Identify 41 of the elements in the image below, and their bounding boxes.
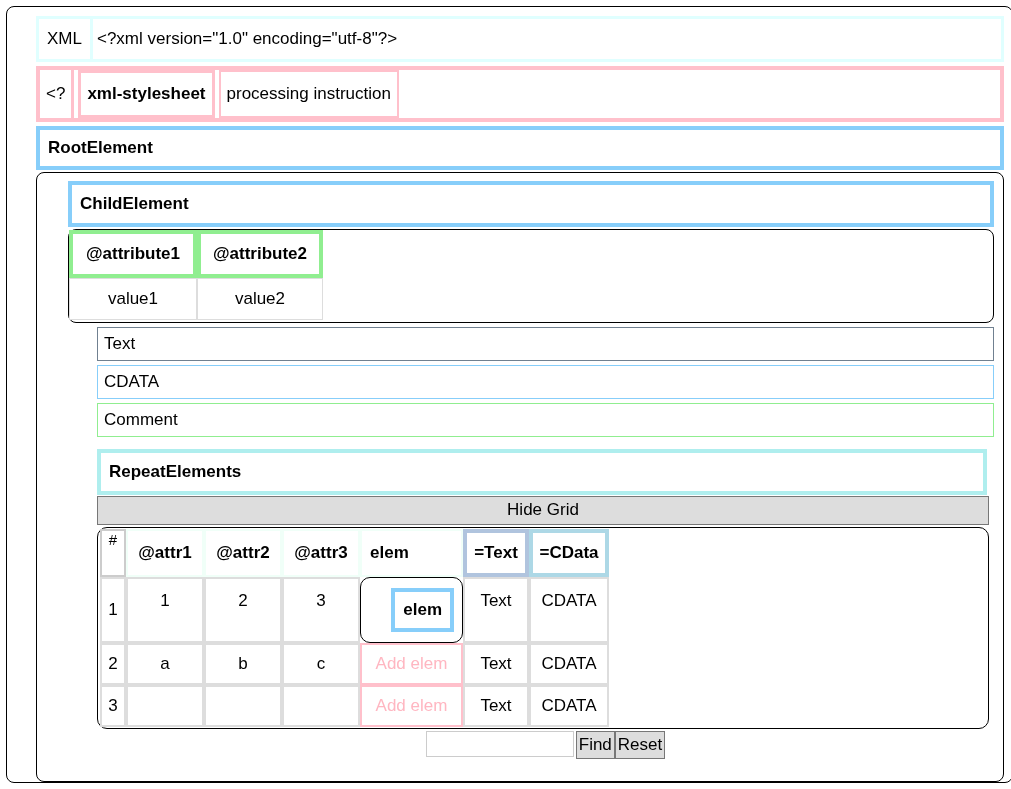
- table-cell: b: [204, 642, 282, 685]
- column-header: =Text: [463, 528, 529, 577]
- column-header: elem: [360, 528, 463, 577]
- element-header[interactable]: elem: [391, 587, 454, 632]
- table-cell: Text: [463, 576, 529, 643]
- comment-node[interactable]: Comment: [97, 402, 994, 437]
- column-header: #: [100, 528, 126, 577]
- table-cell: 1: [126, 576, 204, 643]
- declaration-text: <?xml version="1.0" encoding="utf-8"?>: [95, 28, 398, 49]
- table-cell: CDATA: [529, 642, 609, 685]
- table-cell: Text: [463, 642, 529, 685]
- pi-target: xml-stylesheet: [78, 69, 215, 118]
- attribute-value[interactable]: value2: [197, 277, 323, 320]
- table-cell: 2: [204, 576, 282, 643]
- table-cell: Text: [463, 684, 529, 727]
- row-number: 3: [100, 684, 126, 727]
- find-button[interactable]: Find: [575, 730, 615, 759]
- hide-grid-button[interactable]: Hide Grid: [97, 495, 989, 525]
- table-cell: 3: [282, 576, 360, 643]
- reset-button[interactable]: Reset: [614, 730, 666, 759]
- repeat-element-header[interactable]: RepeatElements: [97, 448, 987, 495]
- row-number: 1: [100, 576, 126, 643]
- column-header: @attr3: [282, 528, 360, 577]
- table-cell: a: [126, 642, 204, 685]
- attribute-name: @attribute2: [197, 229, 323, 278]
- column-header: =CData: [529, 528, 609, 577]
- pi-data: processing instruction: [218, 69, 399, 118]
- column-header: @attr2: [204, 528, 282, 577]
- text-node[interactable]: Text: [97, 326, 994, 361]
- attribute-name: @attribute1: [69, 229, 197, 278]
- row-number: 2: [100, 642, 126, 685]
- declaration-label: XML: [39, 19, 93, 59]
- search-field[interactable]: [425, 730, 574, 757]
- root-element-header[interactable]: RootElement: [36, 125, 1004, 170]
- table-cell: c: [282, 642, 360, 685]
- table-cell: CDATA: [529, 576, 609, 643]
- cdata-node[interactable]: CDATA: [97, 364, 994, 399]
- table-cell: CDATA: [529, 684, 609, 727]
- attribute-value[interactable]: value1: [69, 277, 197, 320]
- child-element-header[interactable]: ChildElement: [68, 180, 994, 227]
- column-header: @attr1: [126, 528, 204, 577]
